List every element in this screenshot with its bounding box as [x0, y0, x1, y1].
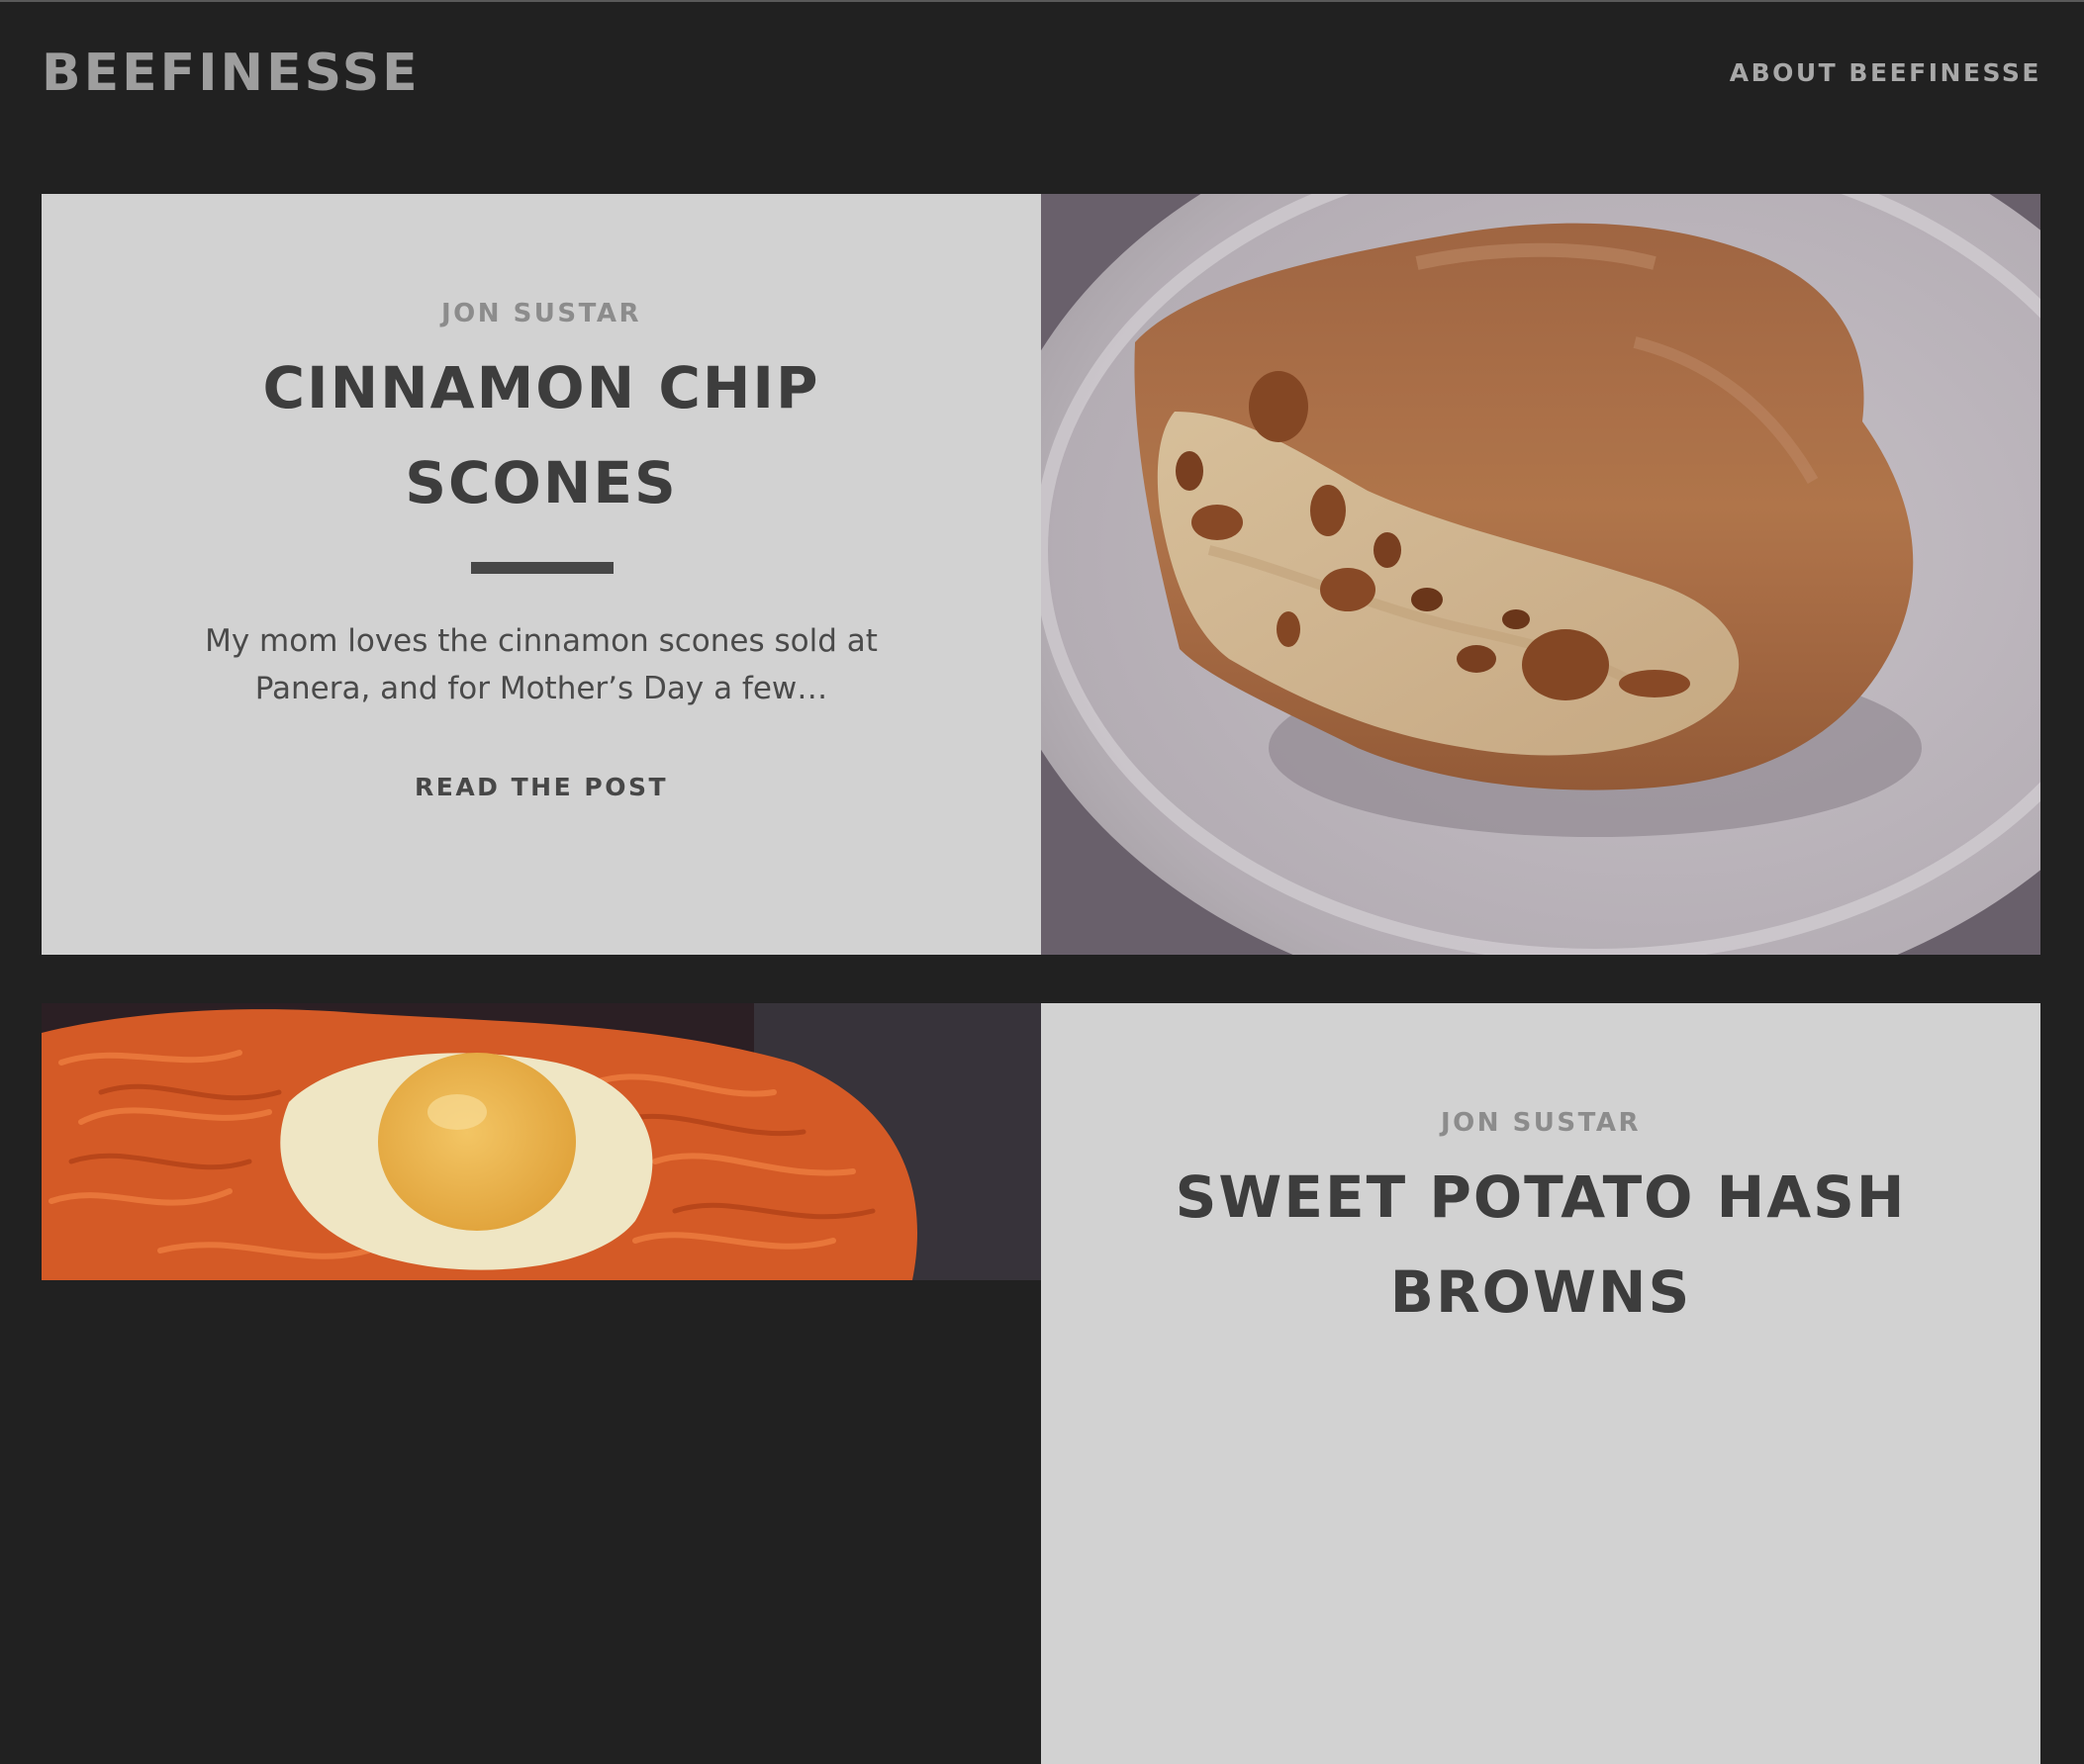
hash-browns-photo[interactable] [42, 1003, 1041, 1764]
post-excerpt: My mom loves the cinnamon scones sold at… [205, 623, 878, 706]
site-brand-link[interactable]: BEEFINESSE [42, 40, 421, 107]
post-author: JON SUSTAR [440, 299, 641, 328]
hash-browns-photo-icon [42, 1003, 1041, 1280]
post-author: JON SUSTAR [1440, 1108, 1641, 1138]
scone-photo-icon [1041, 194, 2040, 955]
title-divider [471, 562, 614, 574]
post-text-panel: JON SUSTAR CINNAMON CHIP SCONES My mom l… [42, 194, 1041, 955]
post-title[interactable]: SWEET POTATO HASH BROWNS [1150, 1150, 1932, 1340]
site-header: BEEFINESSE ABOUT BEEFINESSE [0, 0, 2084, 148]
post-card: JON SUSTAR SWEET POTATO HASH BROWNS [42, 1003, 2040, 1764]
nav-about-link[interactable]: ABOUT BEEFINESSE [1730, 57, 2041, 89]
post-text-panel: JON SUSTAR SWEET POTATO HASH BROWNS [1041, 1003, 2040, 1764]
post-title[interactable]: CINNAMON CHIP SCONES [150, 340, 932, 530]
post-card: JON SUSTAR CINNAMON CHIP SCONES My mom l… [42, 194, 2040, 955]
read-the-post-link[interactable]: READ THE POST [42, 772, 1041, 803]
scone-photo[interactable] [1041, 194, 2040, 955]
